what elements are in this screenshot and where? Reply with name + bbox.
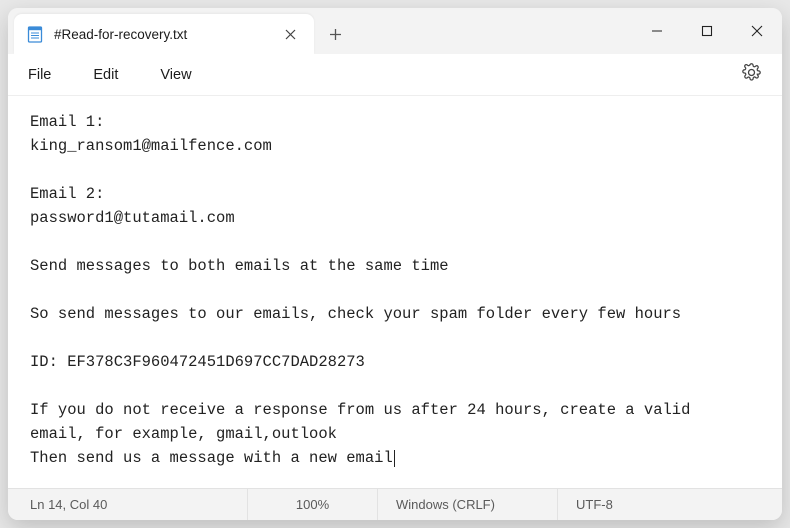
tab-title: #Read-for-recovery.txt <box>54 27 266 42</box>
menu-bar: File Edit View <box>8 54 782 96</box>
close-tab-button[interactable] <box>276 20 304 48</box>
gear-icon <box>742 63 761 87</box>
tab-strip: #Read-for-recovery.txt <box>8 8 356 54</box>
text-editor[interactable]: Email 1: king_ransom1@mailfence.com Emai… <box>8 96 782 488</box>
document-tab[interactable]: #Read-for-recovery.txt <box>14 14 314 54</box>
minimize-button[interactable] <box>632 8 682 54</box>
settings-button[interactable] <box>734 58 768 92</box>
title-bar: #Read-for-recovery.txt <box>8 8 782 54</box>
menu-edit[interactable]: Edit <box>91 61 136 89</box>
menu-file[interactable]: File <box>26 61 69 89</box>
new-tab-button[interactable] <box>314 14 356 54</box>
status-encoding[interactable]: UTF-8 <box>558 489 782 520</box>
status-zoom[interactable]: 100% <box>248 489 378 520</box>
close-window-button[interactable] <box>732 8 782 54</box>
menu-view[interactable]: View <box>158 61 209 89</box>
status-line-ending[interactable]: Windows (CRLF) <box>378 489 558 520</box>
notepad-window: #Read-for-recovery.txt <box>8 8 782 520</box>
maximize-button[interactable] <box>682 8 732 54</box>
notepad-icon <box>26 25 44 43</box>
status-bar: Ln 14, Col 40 100% Windows (CRLF) UTF-8 <box>8 488 782 520</box>
status-cursor-position[interactable]: Ln 14, Col 40 <box>8 489 248 520</box>
window-controls <box>632 8 782 54</box>
text-caret <box>394 450 395 467</box>
